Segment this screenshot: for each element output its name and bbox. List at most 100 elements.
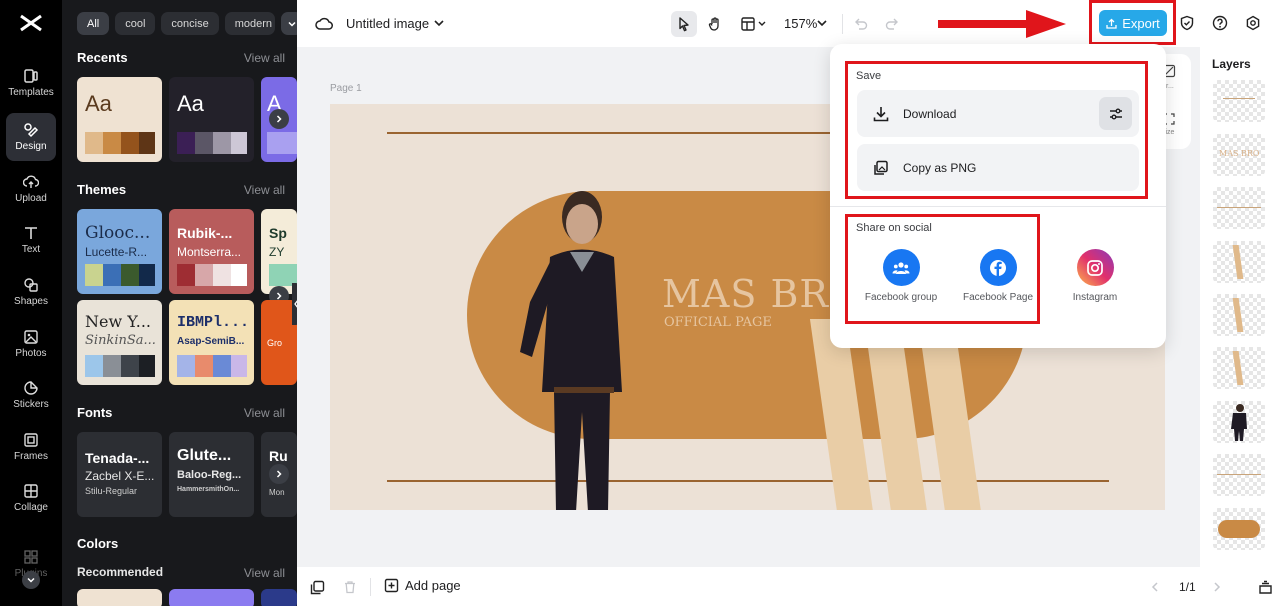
layers-panel: Layers MAS BRO	[1200, 47, 1280, 567]
rail-design[interactable]: Design	[6, 113, 56, 161]
duplicate-page-button[interactable]	[307, 577, 327, 597]
help-icon	[1212, 15, 1228, 31]
recents-view-all[interactable]: View all	[244, 51, 285, 65]
layer-item[interactable]	[1213, 187, 1265, 229]
rail-expand-button[interactable]	[22, 571, 40, 589]
document-title[interactable]: Untitled image	[346, 16, 429, 31]
theme-card-3[interactable]: Sp ZY	[261, 209, 297, 294]
copy-image-icon	[874, 160, 888, 175]
font-card-1[interactable]: Tenada-... Zacbel X-E... Stilu-Regular	[77, 432, 162, 517]
layer-thumb	[1223, 98, 1255, 99]
layer-thumb	[1217, 207, 1261, 208]
chips-dropdown-button[interactable]	[280, 12, 297, 35]
chip-cool[interactable]: cool	[115, 12, 156, 35]
layer-thumb	[1231, 404, 1247, 441]
hand-icon	[708, 17, 719, 31]
help-button[interactable]	[1209, 12, 1231, 34]
chip-all[interactable]: All	[77, 12, 110, 35]
layer-item[interactable]	[1213, 241, 1265, 283]
layer-item[interactable]	[1213, 454, 1265, 496]
recents-next-button[interactable]	[269, 109, 289, 129]
next-page-button[interactable]	[1209, 578, 1225, 596]
theme-title: IBMPl...	[177, 314, 250, 331]
rail-collage[interactable]: Collage	[6, 474, 56, 522]
title-dropdown-button[interactable]	[432, 15, 446, 31]
themes-view-all[interactable]: View all	[244, 183, 285, 197]
rail-label: Templates	[8, 87, 54, 98]
bottom-divider	[370, 578, 371, 596]
layer-item[interactable]: MAS BRO	[1213, 134, 1265, 176]
delete-page-button[interactable]	[340, 577, 360, 597]
swatch	[231, 355, 247, 377]
rail-text[interactable]: Text	[6, 216, 56, 264]
fonts-next-button[interactable]	[269, 464, 289, 484]
sliders-icon	[1109, 108, 1122, 119]
font-subtitle-2: Stilu-Regular	[85, 486, 138, 496]
color-card-3[interactable]	[261, 589, 297, 606]
layer-item[interactable]	[1213, 294, 1265, 336]
swatch	[195, 132, 213, 154]
colors-view-all[interactable]: View all	[244, 566, 285, 580]
theme-card-5[interactable]: IBMPl... Asap-SemiB...	[169, 300, 254, 385]
layers-toggle-button[interactable]	[1255, 577, 1275, 597]
recent-card-1[interactable]: Aa	[77, 77, 162, 162]
theme-title: Sp	[269, 225, 287, 241]
rail-upload[interactable]: Upload	[6, 165, 56, 213]
font-card-2[interactable]: Glute... Baloo-Reg... HammersmithOn...	[169, 432, 254, 517]
layer-item[interactable]	[1213, 347, 1265, 389]
theme-card-4[interactable]: New Y... SinkinSa...	[77, 300, 162, 385]
red-arrow-annotation	[938, 10, 1066, 38]
layer-item[interactable]	[1213, 508, 1265, 550]
layers-title: Layers	[1212, 57, 1251, 71]
undo-button[interactable]	[850, 13, 872, 35]
fonts-view-all[interactable]: View all	[244, 406, 285, 420]
redo-button[interactable]	[881, 13, 903, 35]
man-photo[interactable]	[510, 182, 640, 510]
rail-label: Stickers	[13, 399, 49, 410]
add-page-button[interactable]: Add page	[384, 578, 461, 593]
cloud-save-button[interactable]	[313, 13, 335, 35]
app-logo-icon[interactable]	[18, 10, 44, 36]
share-facebook-group[interactable]: Facebook group	[861, 249, 941, 304]
chevron-right-icon	[276, 470, 282, 478]
chevron-down-icon	[288, 21, 296, 27]
swatch	[231, 264, 247, 286]
layer-item[interactable]	[1213, 80, 1265, 122]
layout-tool-button[interactable]	[737, 11, 771, 37]
zoom-dropdown-button[interactable]	[815, 15, 829, 31]
download-option[interactable]: Download	[857, 90, 1139, 137]
share-facebook-page[interactable]: Facebook Page	[958, 249, 1038, 304]
theme-card-1[interactable]: Glooc... Lucette-R...	[77, 209, 162, 294]
color-card-1[interactable]	[77, 589, 162, 606]
rail-templates[interactable]: Templates	[6, 59, 56, 107]
theme-title: Glooc...	[85, 223, 151, 243]
color-card-2[interactable]	[169, 589, 254, 606]
prev-page-button[interactable]	[1147, 578, 1163, 596]
rail-frames[interactable]: Frames	[6, 423, 56, 471]
chip-modern[interactable]: modern	[224, 12, 275, 35]
recent-card-2[interactable]: Aa	[169, 77, 254, 162]
brand-subtitle-text[interactable]: OFFICIAL PAGE	[664, 315, 772, 330]
settings-button[interactable]	[1242, 12, 1264, 34]
hand-tool-button[interactable]	[702, 11, 728, 37]
bottom-bar: Add page 1/1	[297, 567, 1280, 606]
select-tool-button[interactable]	[671, 11, 697, 37]
share-instagram[interactable]: Instagram	[1055, 249, 1135, 304]
shield-button[interactable]	[1176, 12, 1198, 34]
swatch	[85, 132, 103, 154]
layer-item[interactable]	[1213, 401, 1265, 443]
zoom-level[interactable]: 157%	[784, 16, 817, 31]
redo-icon	[885, 18, 898, 30]
bottom-rule-shape[interactable]	[387, 480, 1109, 482]
rail-photos[interactable]: Photos	[6, 320, 56, 368]
rail-shapes[interactable]: Shapes	[6, 268, 56, 316]
rail-stickers[interactable]: Stickers	[6, 371, 56, 419]
toolbar-divider	[842, 14, 843, 34]
download-settings-button[interactable]	[1099, 97, 1132, 130]
export-button[interactable]: Export	[1099, 10, 1167, 36]
chevron-left-icon	[1151, 582, 1158, 592]
rail-label: Text	[21, 244, 41, 255]
chip-concise[interactable]: concise	[161, 12, 219, 35]
theme-card-2[interactable]: Rubik-... Montserra...	[169, 209, 254, 294]
copy-png-option[interactable]: Copy as PNG	[857, 144, 1139, 191]
